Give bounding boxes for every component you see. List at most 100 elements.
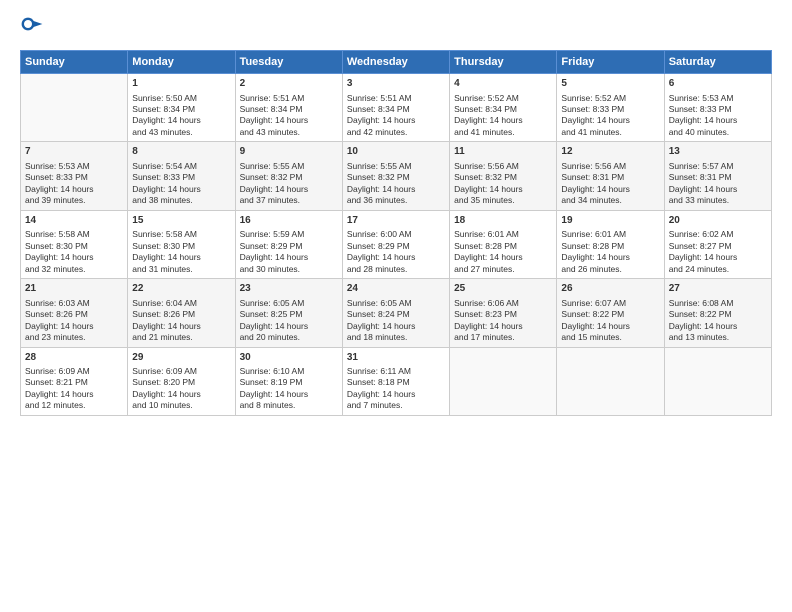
day-info: Sunrise: 6:06 AM Sunset: 8:23 PM Dayligh…	[454, 298, 552, 344]
day-cell: 1 Sunrise: 5:50 AM Sunset: 8:34 PM Daylig…	[128, 74, 235, 142]
day-cell: 3 Sunrise: 5:51 AM Sunset: 8:34 PM Daylig…	[342, 74, 449, 142]
week-row-3: 14Sunrise: 5:58 AM Sunset: 8:30 PM Dayli…	[21, 210, 772, 278]
day-cell: 26Sunrise: 6:07 AM Sunset: 8:22 PM Dayli…	[557, 279, 664, 347]
day-number: 28	[25, 351, 123, 365]
day-info: Sunrise: 5:57 AM Sunset: 8:31 PM Dayligh…	[669, 161, 767, 207]
day-cell: 14Sunrise: 5:58 AM Sunset: 8:30 PM Dayli…	[21, 210, 128, 278]
col-header-friday: Friday	[557, 51, 664, 74]
day-info: Sunrise: 6:09 AM Sunset: 8:20 PM Dayligh…	[132, 366, 230, 412]
col-header-wednesday: Wednesday	[342, 51, 449, 74]
day-info: Sunrise: 5:55 AM Sunset: 8:32 PM Dayligh…	[240, 161, 338, 207]
day-cell: 8Sunrise: 5:54 AM Sunset: 8:33 PM Daylig…	[128, 142, 235, 210]
day-info: Sunrise: 5:58 AM Sunset: 8:30 PM Dayligh…	[25, 229, 123, 275]
day-number: 26	[561, 282, 659, 296]
day-cell: 25 Sunrise: 6:06 AM Sunset: 8:23 PM Dayli…	[450, 279, 557, 347]
day-cell: 19Sunrise: 6:01 AM Sunset: 8:28 PM Dayli…	[557, 210, 664, 278]
day-cell: 16Sunrise: 5:59 AM Sunset: 8:29 PM Dayli…	[235, 210, 342, 278]
day-cell: 4 Sunrise: 5:52 AM Sunset: 8:34 PM Daylig…	[450, 74, 557, 142]
day-number: 6	[669, 77, 767, 91]
day-cell: 13 Sunrise: 5:57 AM Sunset: 8:31 PM Dayli…	[664, 142, 771, 210]
day-info: Sunrise: 5:55 AM Sunset: 8:32 PM Dayligh…	[347, 161, 445, 207]
day-info: Sunrise: 5:58 AM Sunset: 8:30 PM Dayligh…	[132, 229, 230, 275]
day-cell	[450, 347, 557, 415]
header-row: SundayMondayTuesdayWednesdayThursdayFrid…	[21, 51, 772, 74]
day-info: Sunrise: 6:04 AM Sunset: 8:26 PM Dayligh…	[132, 298, 230, 344]
day-cell: 27Sunrise: 6:08 AM Sunset: 8:22 PM Dayli…	[664, 279, 771, 347]
day-info: Sunrise: 6:01 AM Sunset: 8:28 PM Dayligh…	[454, 229, 552, 275]
day-number: 11	[454, 145, 552, 159]
day-info: Sunrise: 5:53 AM Sunset: 8:33 PM Dayligh…	[25, 161, 123, 207]
day-info: Sunrise: 6:00 AM Sunset: 8:29 PM Dayligh…	[347, 229, 445, 275]
day-cell: 15Sunrise: 5:58 AM Sunset: 8:30 PM Dayli…	[128, 210, 235, 278]
day-number: 4	[454, 77, 552, 91]
day-number: 3	[347, 77, 445, 91]
day-number: 13	[669, 145, 767, 159]
logo-icon	[20, 16, 44, 40]
day-number: 19	[561, 214, 659, 228]
day-cell: 10 Sunrise: 5:55 AM Sunset: 8:32 PM Dayli…	[342, 142, 449, 210]
day-info: Sunrise: 6:05 AM Sunset: 8:24 PM Dayligh…	[347, 298, 445, 344]
day-info: Sunrise: 5:50 AM Sunset: 8:34 PM Dayligh…	[132, 93, 230, 139]
calendar-body: 1 Sunrise: 5:50 AM Sunset: 8:34 PM Daylig…	[21, 74, 772, 416]
day-info: Sunrise: 5:51 AM Sunset: 8:34 PM Dayligh…	[240, 93, 338, 139]
day-number: 15	[132, 214, 230, 228]
day-cell	[664, 347, 771, 415]
day-cell: 7 Sunrise: 5:53 AM Sunset: 8:33 PM Daylig…	[21, 142, 128, 210]
day-number: 27	[669, 282, 767, 296]
day-number: 5	[561, 77, 659, 91]
day-info: Sunrise: 5:52 AM Sunset: 8:34 PM Dayligh…	[454, 93, 552, 139]
col-header-tuesday: Tuesday	[235, 51, 342, 74]
day-info: Sunrise: 6:03 AM Sunset: 8:26 PM Dayligh…	[25, 298, 123, 344]
week-row-4: 21Sunrise: 6:03 AM Sunset: 8:26 PM Dayli…	[21, 279, 772, 347]
header	[20, 16, 772, 40]
logo	[20, 16, 48, 40]
day-cell: 6 Sunrise: 5:53 AM Sunset: 8:33 PM Daylig…	[664, 74, 771, 142]
day-number: 14	[25, 214, 123, 228]
day-info: Sunrise: 6:05 AM Sunset: 8:25 PM Dayligh…	[240, 298, 338, 344]
day-number: 17	[347, 214, 445, 228]
page: SundayMondayTuesdayWednesdayThursdayFrid…	[0, 0, 792, 612]
day-number: 24	[347, 282, 445, 296]
day-number: 10	[347, 145, 445, 159]
col-header-monday: Monday	[128, 51, 235, 74]
calendar-table: SundayMondayTuesdayWednesdayThursdayFrid…	[20, 50, 772, 416]
day-cell: 20Sunrise: 6:02 AM Sunset: 8:27 PM Dayli…	[664, 210, 771, 278]
day-number: 31	[347, 351, 445, 365]
day-number: 1	[132, 77, 230, 91]
calendar-header: SundayMondayTuesdayWednesdayThursdayFrid…	[21, 51, 772, 74]
day-cell: 21Sunrise: 6:03 AM Sunset: 8:26 PM Dayli…	[21, 279, 128, 347]
day-number: 7	[25, 145, 123, 159]
day-cell: 11 Sunrise: 5:56 AM Sunset: 8:32 PM Dayli…	[450, 142, 557, 210]
day-cell: 17Sunrise: 6:00 AM Sunset: 8:29 PM Dayli…	[342, 210, 449, 278]
day-number: 25	[454, 282, 552, 296]
day-cell: 22 Sunrise: 6:04 AM Sunset: 8:26 PM Dayli…	[128, 279, 235, 347]
week-row-2: 7 Sunrise: 5:53 AM Sunset: 8:33 PM Daylig…	[21, 142, 772, 210]
day-cell: 12Sunrise: 5:56 AM Sunset: 8:31 PM Dayli…	[557, 142, 664, 210]
day-info: Sunrise: 5:56 AM Sunset: 8:31 PM Dayligh…	[561, 161, 659, 207]
day-cell: 23 Sunrise: 6:05 AM Sunset: 8:25 PM Dayli…	[235, 279, 342, 347]
col-header-sunday: Sunday	[21, 51, 128, 74]
week-row-5: 28Sunrise: 6:09 AM Sunset: 8:21 PM Dayli…	[21, 347, 772, 415]
day-number: 30	[240, 351, 338, 365]
day-number: 22	[132, 282, 230, 296]
day-cell: 29Sunrise: 6:09 AM Sunset: 8:20 PM Dayli…	[128, 347, 235, 415]
day-cell	[21, 74, 128, 142]
day-info: Sunrise: 5:59 AM Sunset: 8:29 PM Dayligh…	[240, 229, 338, 275]
day-cell: 31Sunrise: 6:11 AM Sunset: 8:18 PM Dayli…	[342, 347, 449, 415]
day-info: Sunrise: 6:10 AM Sunset: 8:19 PM Dayligh…	[240, 366, 338, 412]
day-cell: 28Sunrise: 6:09 AM Sunset: 8:21 PM Dayli…	[21, 347, 128, 415]
day-info: Sunrise: 5:52 AM Sunset: 8:33 PM Dayligh…	[561, 93, 659, 139]
day-number: 2	[240, 77, 338, 91]
day-number: 23	[240, 282, 338, 296]
day-cell: 18Sunrise: 6:01 AM Sunset: 8:28 PM Dayli…	[450, 210, 557, 278]
day-number: 20	[669, 214, 767, 228]
day-info: Sunrise: 5:53 AM Sunset: 8:33 PM Dayligh…	[669, 93, 767, 139]
day-info: Sunrise: 6:11 AM Sunset: 8:18 PM Dayligh…	[347, 366, 445, 412]
week-row-1: 1 Sunrise: 5:50 AM Sunset: 8:34 PM Daylig…	[21, 74, 772, 142]
day-cell: 2 Sunrise: 5:51 AM Sunset: 8:34 PM Daylig…	[235, 74, 342, 142]
col-header-saturday: Saturday	[664, 51, 771, 74]
day-cell: 24 Sunrise: 6:05 AM Sunset: 8:24 PM Dayli…	[342, 279, 449, 347]
day-cell	[557, 347, 664, 415]
day-info: Sunrise: 5:51 AM Sunset: 8:34 PM Dayligh…	[347, 93, 445, 139]
day-info: Sunrise: 5:56 AM Sunset: 8:32 PM Dayligh…	[454, 161, 552, 207]
